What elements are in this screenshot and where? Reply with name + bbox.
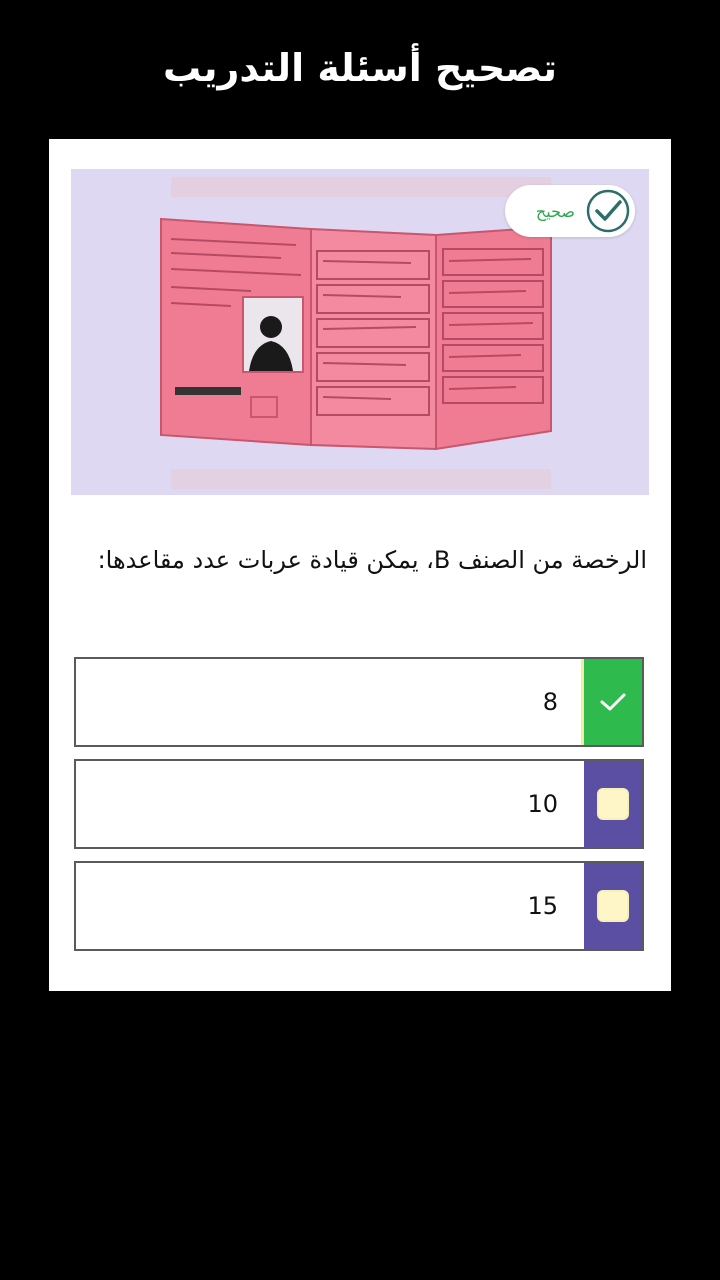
answer-value: 10	[527, 790, 558, 818]
answer-value: 15	[527, 892, 558, 920]
question-card: صحيح الرخصة من الصنف B، يمكن قيادة عربات…	[49, 139, 671, 991]
page-title: تصحيح أسئلة التدريب	[162, 46, 558, 90]
check-circle-icon	[586, 189, 630, 233]
answer-marker-correct	[581, 659, 642, 745]
answer-marker	[584, 761, 642, 847]
answer-option[interactable]: 15	[74, 861, 644, 951]
answer-value: 8	[542, 688, 558, 716]
checkbox-icon	[597, 788, 629, 820]
correct-badge-label: صحيح	[535, 201, 575, 221]
answer-option[interactable]: 8	[74, 657, 644, 747]
checkmark-icon	[600, 693, 626, 711]
correct-badge: صحيح	[505, 185, 635, 237]
answer-marker	[584, 863, 642, 949]
question-text: الرخصة من الصنف B، يمكن قيادة عربات عدد …	[97, 546, 647, 574]
answer-list: 8 10 15	[74, 657, 644, 963]
checkbox-icon	[597, 890, 629, 922]
answer-option[interactable]: 10	[74, 759, 644, 849]
question-illustration: صحيح	[71, 169, 649, 495]
